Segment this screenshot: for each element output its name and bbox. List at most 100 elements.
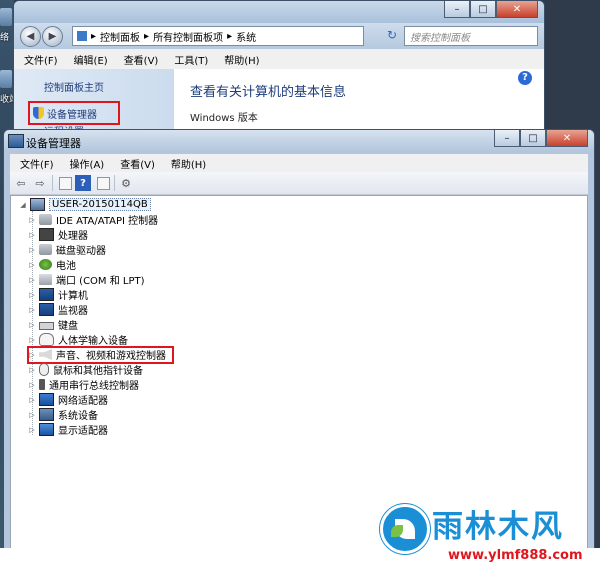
refresh-icon[interactable]: ↻ — [384, 27, 400, 43]
cp-minimize-button[interactable]: – — [444, 1, 470, 18]
tree-item-processor[interactable]: ▷ 处理器 — [28, 227, 88, 242]
tree-item-label: 鼠标和其他指针设备 — [53, 366, 143, 377]
watermark-url: www.ylmf888.com — [448, 548, 583, 563]
sound-icon — [39, 349, 52, 360]
expand-caret-icon[interactable]: ▷ — [28, 336, 36, 344]
device-manager-window: 设备管理器 – □ ✕ 文件(F) 操作(A) 查看(V) 帮助(H) ⇦ ⇨ … — [3, 129, 595, 551]
control-panel-window: – □ ✕ ◀ ▶ ▸ 控制面板 ▸ 所有控制面板项 ▸ 系统 ↻ 搜索控制面板… — [13, 0, 545, 142]
dm-maximize-button[interactable]: □ — [520, 130, 546, 147]
dm-toolbar: ⇦ ⇨ ? ⚙ — [10, 172, 588, 195]
tree-item-ide[interactable]: ▷ IDE ATA/ATAPI 控制器 — [28, 212, 158, 227]
expand-caret-icon[interactable]: ▷ — [28, 396, 36, 404]
tree-item-network[interactable]: ▷ 网络适配器 — [28, 392, 108, 407]
cp-caption-buttons: – □ ✕ — [444, 1, 538, 18]
tree-item-keyboards[interactable]: ▷ 键盘 — [28, 317, 78, 333]
display-adapter-icon — [39, 423, 54, 436]
dm-menu-file[interactable]: 文件(F) — [20, 156, 54, 171]
properties-icon[interactable] — [59, 176, 72, 190]
expand-caret-icon[interactable]: ▷ — [28, 216, 36, 224]
breadcrumb-separator-icon: ▸ — [227, 30, 233, 42]
tree-item-label: 键盘 — [58, 321, 78, 332]
scan-hardware-icon[interactable]: ⚙ — [118, 175, 134, 191]
tree-item-system[interactable]: ▷ 系统设备 — [28, 407, 98, 422]
tree-item-label: 计算机 — [58, 291, 88, 302]
tree-item-disk-drives[interactable]: ▷ 磁盘驱动器 — [28, 242, 106, 257]
expand-caret-icon[interactable]: ▷ — [28, 276, 36, 284]
monitor-icon — [39, 303, 54, 316]
tree-item-label: 人体学输入设备 — [58, 336, 128, 347]
forward-arrow-icon[interactable]: ⇨ — [32, 175, 48, 191]
expand-caret-icon[interactable]: ▷ — [28, 261, 36, 269]
help-icon[interactable]: ? — [75, 175, 91, 191]
back-button[interactable]: ◀ — [20, 26, 41, 47]
mouse-icon — [39, 363, 49, 376]
expand-caret-icon[interactable]: ▷ — [28, 231, 36, 239]
computer-icon — [39, 288, 54, 301]
menu-file[interactable]: 文件(F) — [24, 52, 58, 67]
tree-item-label: 电池 — [56, 261, 76, 272]
expand-caret-icon[interactable]: ▷ — [28, 291, 36, 299]
desktop-recycle-bin-icon[interactable] — [0, 70, 12, 88]
forward-button[interactable]: ▶ — [42, 26, 63, 47]
desktop-network-icon[interactable] — [0, 8, 12, 26]
breadcrumb-item-control-panel[interactable]: 控制面板 — [100, 29, 140, 44]
dm-caption-buttons: – □ ✕ — [494, 130, 588, 147]
expand-caret-icon[interactable]: ▷ — [28, 351, 36, 359]
cp-close-button[interactable]: ✕ — [496, 1, 538, 18]
dm-menu-help[interactable]: 帮助(H) — [171, 156, 206, 171]
dm-window-title: 设备管理器 — [26, 137, 81, 150]
tree-item-display[interactable]: ▷ 显示适配器 — [28, 422, 108, 437]
tree-item-computer[interactable]: ▷ 计算机 — [28, 287, 88, 302]
tree-item-label: 端口 (COM 和 LPT) — [56, 276, 145, 287]
battery-icon — [39, 259, 52, 270]
help-icon[interactable]: ? — [518, 71, 532, 85]
tree-item-battery[interactable]: ▷ 电池 — [28, 257, 76, 272]
tree-item-usb[interactable]: ▷ 通用串行总线控制器 — [28, 377, 139, 392]
expand-caret-icon[interactable]: ▷ — [28, 306, 36, 314]
cp-address-row: ◀ ▶ ▸ 控制面板 ▸ 所有控制面板项 ▸ 系统 ↻ 搜索控制面板 — [14, 23, 544, 49]
menu-view[interactable]: 查看(V) — [124, 52, 159, 67]
tree-item-ports[interactable]: ▷ 端口 (COM 和 LPT) — [28, 272, 145, 287]
menu-edit[interactable]: 编辑(E) — [74, 52, 108, 67]
tree-item-label: 监视器 — [58, 306, 88, 317]
breadcrumb-item-system[interactable]: 系统 — [236, 29, 256, 44]
show-hidden-icon[interactable] — [97, 176, 110, 190]
expand-caret-icon[interactable]: ▷ — [28, 321, 36, 329]
watermark-logo-icon — [380, 504, 430, 554]
sidebar-item-device-manager-label: 设备管理器 — [47, 109, 97, 121]
breadcrumb-separator-icon: ▸ — [144, 30, 150, 42]
menu-help[interactable]: 帮助(H) — [224, 52, 259, 67]
expand-caret-icon[interactable]: ▷ — [28, 426, 36, 434]
tree-item-mice[interactable]: ▷ 鼠标和其他指针设备 — [28, 362, 143, 377]
dm-menubar: 文件(F) 操作(A) 查看(V) 帮助(H) — [10, 154, 588, 172]
dm-menu-action[interactable]: 操作(A) — [70, 156, 105, 171]
keyboard-icon — [39, 322, 54, 330]
sidebar-item-device-manager[interactable]: 设备管理器 — [28, 101, 120, 125]
dm-close-button[interactable]: ✕ — [546, 130, 588, 147]
search-input[interactable]: 搜索控制面板 — [404, 26, 538, 46]
disk-controller-icon — [39, 214, 52, 225]
expand-caret-icon[interactable]: ▷ — [28, 411, 36, 419]
dm-titlebar[interactable]: 设备管理器 – □ ✕ — [4, 130, 594, 152]
sidebar-item-home[interactable]: 控制面板主页 — [44, 79, 104, 94]
collapse-caret-icon[interactable]: ◢ — [19, 201, 27, 209]
breadcrumb-item-all-items[interactable]: 所有控制面板项 — [153, 29, 223, 44]
tree-item-label: 显示适配器 — [58, 426, 108, 437]
tree-item-sound[interactable]: ▷ 声音、视频和游戏控制器 — [28, 347, 166, 362]
dm-minimize-button[interactable]: – — [494, 130, 520, 147]
expand-caret-icon[interactable]: ▷ — [28, 366, 36, 374]
expand-caret-icon[interactable]: ▷ — [28, 246, 36, 254]
tree-root-label: USER-20150114QB — [49, 198, 151, 211]
address-bar[interactable]: ▸ 控制面板 ▸ 所有控制面板项 ▸ 系统 — [72, 26, 364, 46]
dm-menu-view[interactable]: 查看(V) — [120, 156, 155, 171]
cp-titlebar[interactable]: – □ ✕ — [14, 1, 544, 23]
cp-menubar: 文件(F) 编辑(E) 查看(V) 工具(T) 帮助(H) — [14, 49, 544, 69]
expand-caret-icon[interactable]: ▷ — [28, 381, 36, 389]
tree-item-label: 网络适配器 — [58, 396, 108, 407]
menu-tools[interactable]: 工具(T) — [174, 52, 208, 67]
tree-item-hid[interactable]: ▷ 人体学输入设备 — [28, 332, 128, 347]
tree-root[interactable]: ◢ USER-20150114QB — [19, 198, 151, 211]
cp-maximize-button[interactable]: □ — [470, 1, 496, 18]
back-arrow-icon[interactable]: ⇦ — [13, 175, 29, 191]
tree-item-monitors[interactable]: ▷ 监视器 — [28, 302, 88, 317]
